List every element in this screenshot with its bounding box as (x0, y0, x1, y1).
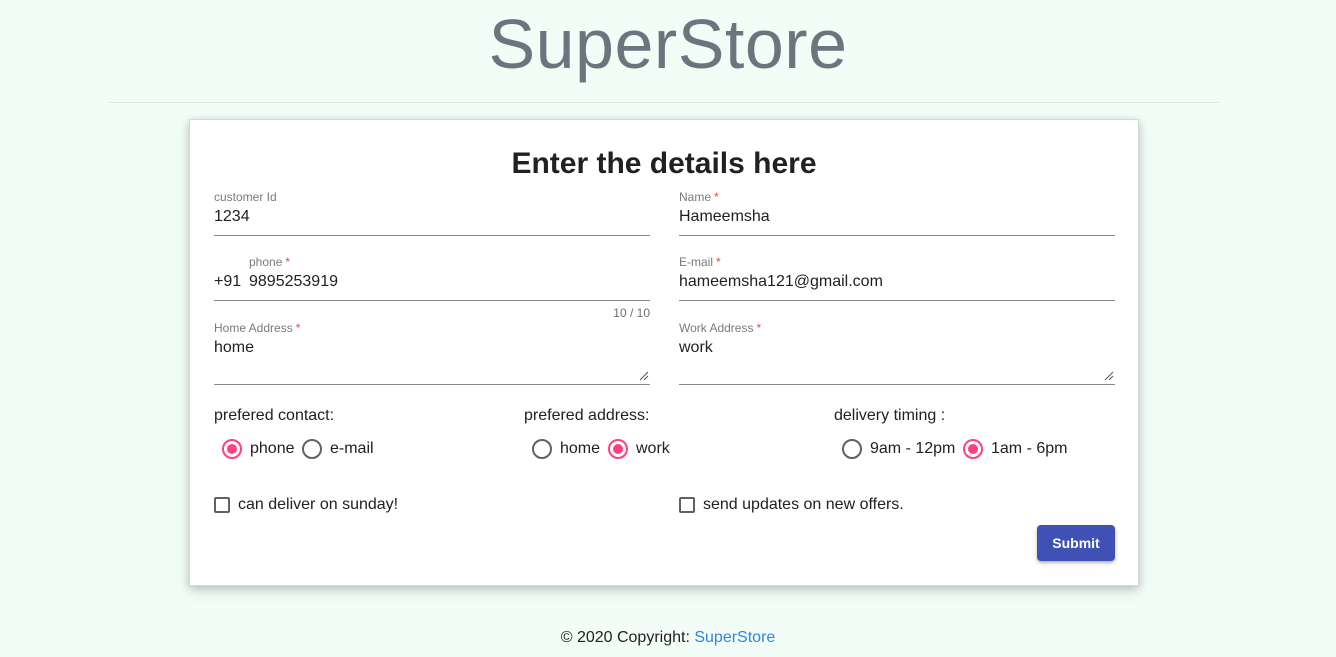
phone-char-counter: 10 / 10 (613, 306, 650, 320)
radio-address-work[interactable]: work (608, 437, 670, 461)
home-address-underline (214, 384, 650, 385)
checkbox-icon[interactable] (679, 497, 695, 513)
radio-contact-email[interactable]: e-mail (302, 437, 374, 461)
email-input[interactable]: hameemsha121@gmail.com (679, 273, 883, 291)
work-address-label: Work Address * (679, 321, 762, 335)
header-divider (109, 102, 1219, 103)
required-mark: * (714, 190, 719, 204)
radio-button-icon[interactable] (608, 439, 628, 459)
radio-button-icon[interactable] (963, 439, 983, 459)
radio-label: e-mail (330, 440, 374, 457)
email-field[interactable]: E-mail * hameemsha121@gmail.com (679, 255, 1115, 303)
radio-label: work (636, 440, 670, 457)
footer-brand-link[interactable]: SuperStore (694, 629, 775, 646)
name-field[interactable]: Name * Hameemsha (679, 190, 1115, 238)
phone-field[interactable]: phone * +91 9895253919 10 / 10 (214, 255, 650, 321)
phone-prefix: +91 (214, 273, 242, 290)
details-form-card: Enter the details here customer Id 1234 … (189, 119, 1139, 586)
required-mark: * (716, 255, 721, 269)
prefered-contact-label: prefered contact: (214, 407, 335, 424)
phone-input[interactable]: 9895253919 (249, 273, 338, 291)
brand-title: SuperStore (488, 5, 848, 83)
phone-underline (214, 300, 650, 301)
copyright-text: © 2020 Copyright: (560, 629, 690, 646)
required-mark: * (295, 321, 301, 335)
footer: © 2020 Copyright: SuperStore (0, 629, 1336, 647)
submit-button[interactable]: Submit (1037, 525, 1115, 561)
customer-id-underline (214, 235, 650, 236)
sunday-delivery-checkbox[interactable]: can deliver on sunday! (214, 495, 398, 515)
radio-timing-morning[interactable]: 9am - 12pm (842, 437, 955, 461)
resize-handle-icon[interactable] (1104, 371, 1114, 381)
home-address-label: Home Address * (214, 321, 301, 335)
customer-id-field[interactable]: customer Id 1234 (214, 190, 650, 238)
form-title: Enter the details here (511, 147, 817, 180)
resize-handle-icon[interactable] (639, 371, 649, 381)
work-address-underline (679, 384, 1115, 385)
customer-id-label: customer Id (214, 190, 277, 204)
radio-label: 9am - 12pm (870, 440, 956, 457)
radio-address-home[interactable]: home (532, 437, 600, 461)
required-mark: * (756, 321, 762, 335)
radio-timing-afternoon[interactable]: 1am - 6pm (963, 437, 1067, 461)
radio-label: home (560, 440, 601, 457)
home-address-textarea[interactable]: home (214, 339, 254, 357)
checkbox-icon[interactable] (214, 497, 230, 513)
checkbox-label: can deliver on sunday! (238, 496, 399, 513)
prefered-address-label: prefered address: (524, 407, 650, 424)
work-address-field[interactable]: Work Address * work (679, 321, 1115, 387)
radio-label: 1am - 6pm (991, 440, 1068, 457)
name-underline (679, 235, 1115, 236)
email-label: E-mail * (679, 255, 721, 269)
radio-button-icon[interactable] (222, 439, 242, 459)
radio-button-icon[interactable] (532, 439, 552, 459)
radio-contact-phone[interactable]: phone (222, 437, 295, 461)
required-mark: * (285, 255, 291, 269)
work-address-textarea[interactable]: work (679, 339, 713, 357)
radio-label: phone (250, 440, 295, 457)
delivery-timing-label: delivery timing : (834, 407, 946, 424)
offers-updates-checkbox[interactable]: send updates on new offers. (679, 495, 904, 515)
email-underline (679, 300, 1115, 301)
radio-button-icon[interactable] (302, 439, 322, 459)
phone-label: phone * (249, 255, 291, 269)
name-label: Name * (679, 190, 719, 204)
radio-button-icon[interactable] (842, 439, 862, 459)
customer-id-input[interactable]: 1234 (214, 208, 250, 226)
home-address-field[interactable]: Home Address * home (214, 321, 650, 387)
checkbox-label: send updates on new offers. (703, 496, 904, 513)
name-input[interactable]: Hameemsha (679, 208, 770, 226)
